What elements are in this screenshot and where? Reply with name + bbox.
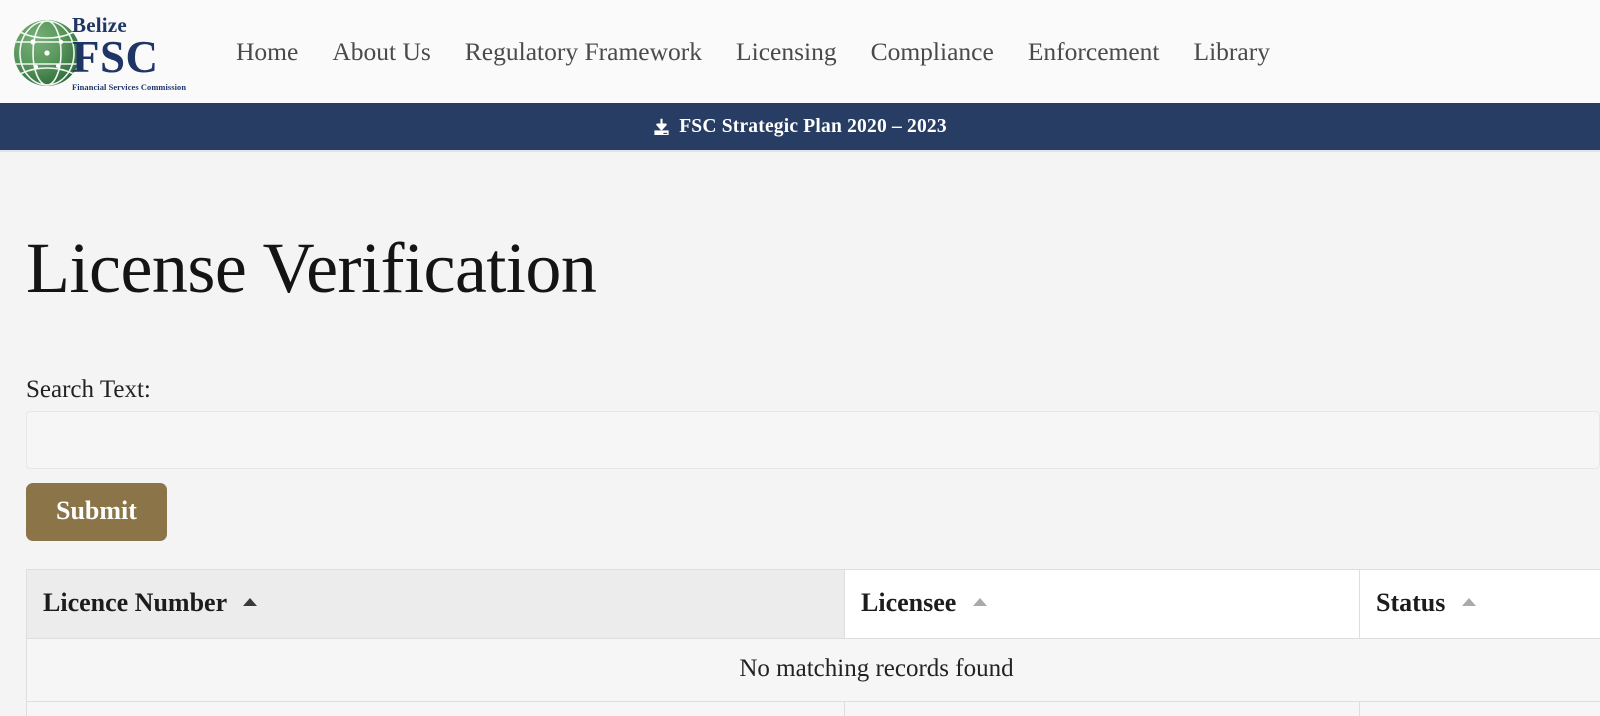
search-input[interactable] [26,411,1600,469]
results-table: Licence Number Licensee Status No matchi [26,569,1600,716]
column-header-status[interactable]: Status [1359,569,1600,639]
nav-item-about-us[interactable]: About Us [332,33,464,71]
empty-results-row: No matching records found [26,638,1600,702]
nav-item-licensing[interactable]: Licensing [736,33,871,71]
table-row [26,701,1600,716]
nav-item-regulatory-framework[interactable]: Regulatory Framework [465,33,736,71]
download-icon [653,118,670,136]
nav-item-library[interactable]: Library [1194,33,1304,71]
column-header-licence-number-label: Licence Number [43,588,227,617]
strategic-plan-label: FSC Strategic Plan 2020 – 2023 [679,115,947,137]
column-header-licensee[interactable]: Licensee [844,569,1360,639]
results-table-container: Licence Number Licensee Status No matchi [26,569,1600,716]
strategic-plan-banner: FSC Strategic Plan 2020 – 2023 [0,103,1600,152]
table-header-row: Licence Number Licensee Status [26,569,1600,639]
table-cell [844,701,1360,716]
column-header-status-label: Status [1376,588,1446,617]
column-header-licence-number[interactable]: Licence Number [26,569,845,639]
main-content: License Verification Search Text: Submit… [0,152,1600,716]
column-header-licensee-label: Licensee [861,588,957,617]
nav-item-enforcement[interactable]: Enforcement [1028,33,1194,71]
sort-ascending-icon [1461,598,1476,606]
nav-item-compliance[interactable]: Compliance [871,33,1028,71]
main-navigation: Home About Us Regulatory Framework Licen… [236,33,1304,71]
logo-brand-main: FSC [72,31,159,82]
search-text-label: Search Text: [26,376,151,403]
submit-button[interactable]: Submit [26,483,167,541]
results-table-body: No matching records found [26,638,1600,716]
site-header: Belize FSC Financial Services Commission… [0,0,1600,103]
nav-item-home[interactable]: Home [236,33,332,71]
sort-ascending-icon [972,598,987,606]
results-table-header: Licence Number Licensee Status [26,569,1600,639]
page-title: License Verification [26,228,597,308]
site-logo[interactable]: Belize FSC Financial Services Commission [14,11,186,93]
table-cell [26,701,845,716]
table-cell [1359,701,1600,716]
logo-wordmark: Belize FSC Financial Services Commission [72,14,187,95]
globe-network-icon [14,19,80,86]
strategic-plan-download-link[interactable]: FSC Strategic Plan 2020 – 2023 [653,116,947,138]
logo-tagline: Financial Services Commission [72,82,187,92]
sort-ascending-icon [243,598,258,606]
no-records-message: No matching records found [26,638,1600,702]
